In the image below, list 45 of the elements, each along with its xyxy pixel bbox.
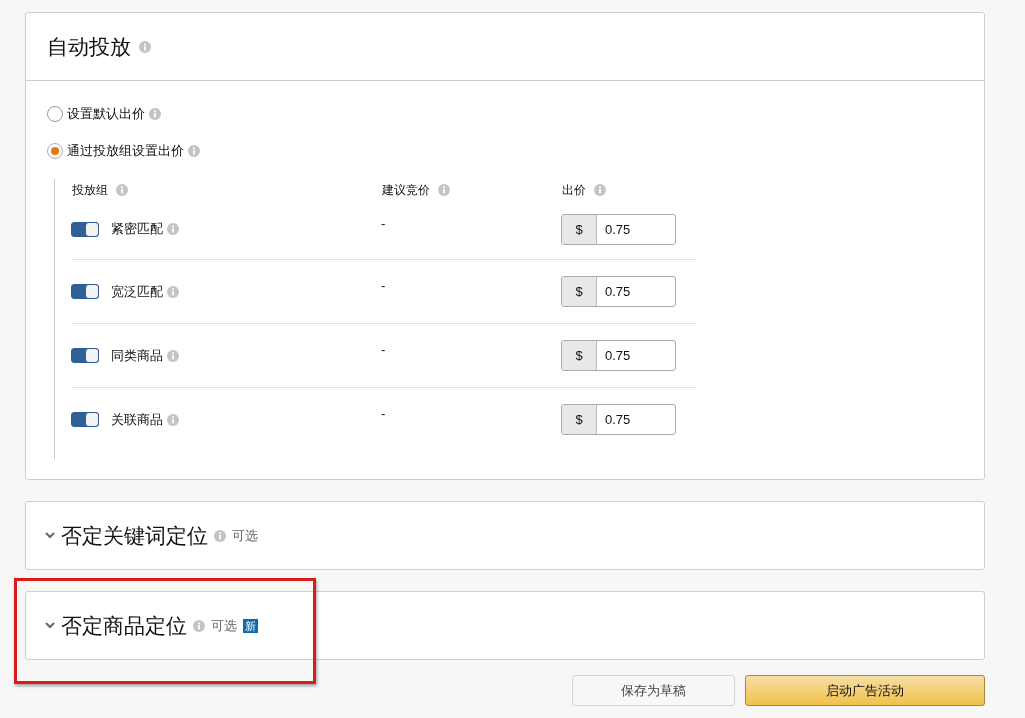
info-icon[interactable] bbox=[139, 40, 151, 53]
column-header: 建议竞价 bbox=[382, 181, 430, 199]
group-name: 关联商品 bbox=[111, 410, 163, 429]
radio-label: 设置默认出价 bbox=[67, 105, 145, 123]
group-name: 紧密匹配 bbox=[111, 220, 163, 238]
suggested-bid: - bbox=[381, 278, 386, 293]
toggle-switch[interactable] bbox=[71, 412, 99, 427]
section-title[interactable]: 否定商品定位 bbox=[61, 611, 187, 640]
optional-label: 可选 bbox=[211, 616, 237, 635]
radio-button[interactable] bbox=[47, 143, 63, 159]
radio-label: 通过投放组设置出价 bbox=[67, 142, 184, 160]
info-icon[interactable] bbox=[167, 349, 179, 362]
toggle-switch[interactable] bbox=[71, 284, 99, 299]
chevron-down-icon[interactable] bbox=[45, 532, 55, 539]
suggested-bid: - bbox=[381, 406, 386, 421]
info-icon[interactable] bbox=[149, 108, 161, 120]
bid-input-field[interactable]: $ 0.75 bbox=[561, 213, 676, 245]
toggle-switch[interactable] bbox=[71, 348, 99, 363]
group-name: 同类商品 bbox=[111, 346, 163, 365]
section-title[interactable]: 否定关键词定位 bbox=[61, 521, 208, 550]
info-icon[interactable] bbox=[188, 145, 200, 157]
radio-button[interactable] bbox=[47, 106, 63, 122]
info-icon[interactable] bbox=[167, 285, 179, 298]
save-draft-button[interactable]: 保存为草稿 bbox=[572, 675, 735, 706]
group-name: 宽泛匹配 bbox=[111, 282, 163, 301]
info-icon[interactable] bbox=[167, 413, 179, 426]
info-icon[interactable] bbox=[214, 529, 226, 542]
optional-label: 可选 bbox=[232, 526, 258, 545]
info-icon[interactable] bbox=[438, 184, 450, 196]
info-icon[interactable] bbox=[193, 619, 205, 632]
info-icon[interactable] bbox=[594, 184, 606, 196]
column-header: 投放组 bbox=[72, 181, 108, 199]
bid-input-field[interactable]: $ 0.75 bbox=[561, 276, 676, 307]
chevron-down-icon[interactable] bbox=[45, 622, 55, 629]
toggle-switch[interactable] bbox=[71, 221, 99, 237]
section-title: 自动投放 bbox=[47, 33, 131, 60]
info-icon[interactable] bbox=[116, 184, 128, 196]
bid-input-field[interactable]: $ 0.75 bbox=[561, 404, 676, 435]
suggested-bid: - bbox=[381, 215, 386, 231]
column-header: 出价 bbox=[562, 181, 586, 199]
bid-input-field[interactable]: $ 0.75 bbox=[561, 340, 676, 371]
launch-button[interactable]: 启动广告活动 bbox=[745, 675, 985, 706]
info-icon[interactable] bbox=[167, 223, 179, 235]
suggested-bid: - bbox=[381, 342, 386, 357]
new-badge: 新 bbox=[243, 618, 258, 633]
